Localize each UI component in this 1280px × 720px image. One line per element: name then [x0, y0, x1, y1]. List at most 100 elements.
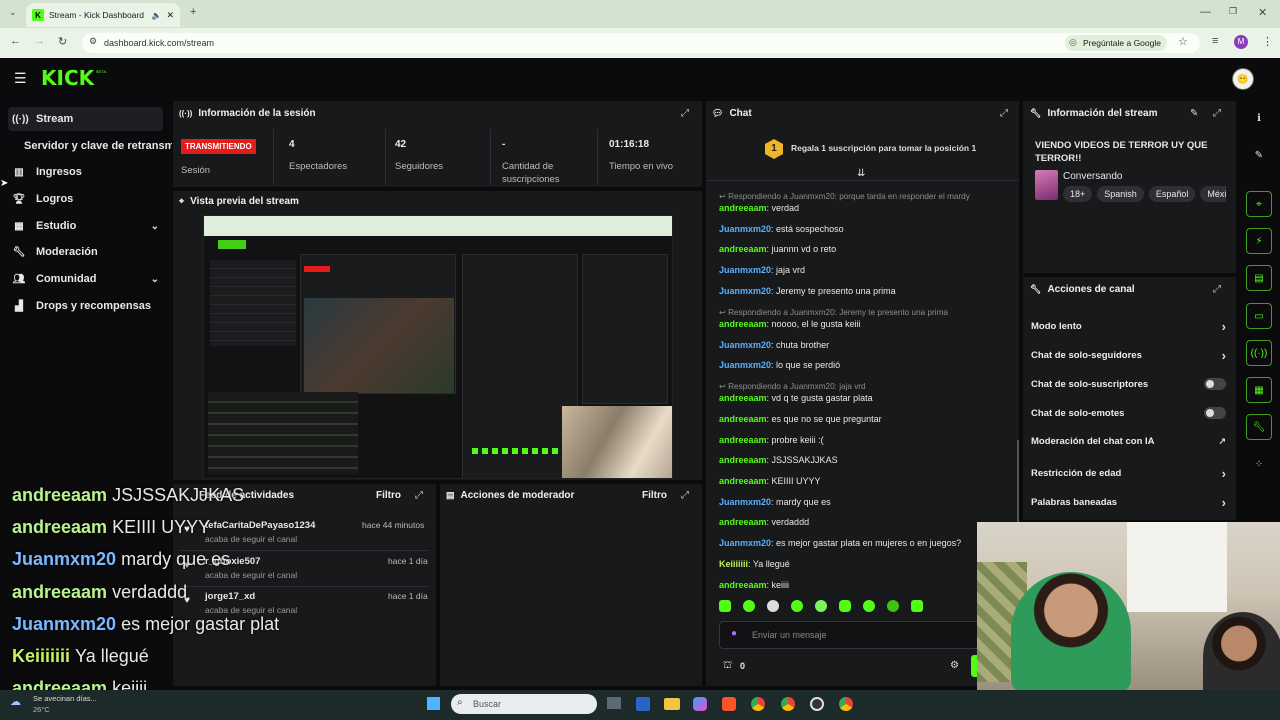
- profile-avatar[interactable]: M: [1234, 35, 1248, 49]
- sidebar-item-drops[interactable]: ▟ Drops y recompensas: [8, 294, 163, 318]
- new-tab-icon[interactable]: +: [190, 6, 196, 18]
- hamburger-menu-icon[interactable]: ☰: [14, 70, 27, 87]
- emote-icon[interactable]: [767, 600, 779, 612]
- expand-icon[interactable]: ⤢: [1000, 108, 1008, 119]
- audio-icon[interactable]: 🔈: [151, 11, 161, 20]
- chat-message[interactable]: andreeaam: keiiii: [719, 580, 789, 590]
- chat-username[interactable]: andreeaam: [719, 476, 767, 486]
- chat-message[interactable]: andreeaam: es que no se que preguntar: [719, 414, 882, 424]
- chat-message[interactable]: andreeaam: verdaddd: [719, 517, 809, 527]
- ask-google-button[interactable]: Pregúntale a Google: [1065, 35, 1167, 51]
- channel-action-row[interactable]: Chat de solo-emotes: [1031, 407, 1226, 419]
- emote-icon[interactable]: [887, 600, 899, 612]
- browser-menu-icon[interactable]: ⋮: [1262, 35, 1273, 48]
- file-explorer-icon[interactable]: [607, 697, 621, 709]
- chat-message[interactable]: Keiiiiiii: Ya llegué: [719, 559, 790, 569]
- chat-username[interactable]: Keiiiiiii: [719, 559, 748, 569]
- sidebar-item-stream[interactable]: ((·)) Stream: [8, 107, 163, 131]
- chat-message[interactable]: Juanmxm20: es mejor gastar plata en muje…: [719, 538, 961, 548]
- filter-button[interactable]: Filtro: [376, 490, 401, 501]
- chat-message[interactable]: andreeaam: KEIIII UYYY: [719, 476, 821, 486]
- expand-icon[interactable]: ⤢: [1213, 108, 1221, 119]
- focus-icon[interactable]: ⌖: [1246, 191, 1272, 217]
- channel-action-row[interactable]: Palabras baneadas ›: [1031, 495, 1226, 510]
- tab-list-icon[interactable]: ⌄: [9, 7, 17, 18]
- lightning-icon[interactable]: ⚡︎: [1246, 228, 1272, 254]
- windows-start-icon[interactable]: [426, 696, 441, 711]
- emote-icon[interactable]: [719, 600, 731, 612]
- tag-chip[interactable]: Spanish: [1097, 186, 1144, 202]
- channel-action-row[interactable]: Chat de solo-seguidores ›: [1031, 348, 1226, 363]
- chat-username[interactable]: andreeaam: [719, 455, 767, 465]
- chat-username[interactable]: andreeaam: [719, 319, 767, 329]
- chat-message[interactable]: andreeaam: vd q te gusta gastar plata: [719, 393, 873, 403]
- chat-message[interactable]: andreeaam: juannn vd o reto: [719, 244, 836, 254]
- expand-icon[interactable]: ⤢: [681, 490, 689, 501]
- tag-chip[interactable]: 18+: [1063, 186, 1093, 202]
- copilot-icon[interactable]: [693, 697, 707, 711]
- chat-message[interactable]: Juanmxm20: Jeremy te presento una prima: [719, 286, 896, 296]
- chrome-profile-icon[interactable]: [781, 697, 795, 711]
- sidebar-item-moderacion[interactable]: 🔧︎ Moderación: [8, 240, 163, 264]
- chat-username[interactable]: andreeaam: [719, 414, 767, 424]
- tab-close-icon[interactable]: ✕: [166, 10, 174, 21]
- folder-icon[interactable]: [664, 698, 680, 710]
- pinned-gift-text[interactable]: Regala 1 suscripción para tomar la posic…: [791, 143, 976, 153]
- back-icon[interactable]: ←: [10, 35, 21, 47]
- expand-icon[interactable]: ⤢: [415, 490, 423, 501]
- chat-settings-icon[interactable]: ⚙: [950, 660, 959, 671]
- tag-chip[interactable]: Méxi: [1200, 186, 1226, 202]
- user-avatar[interactable]: 😶: [1232, 68, 1254, 90]
- window-close-icon[interactable]: ✕: [1258, 6, 1267, 19]
- emote-icon[interactable]: [863, 600, 875, 612]
- chat-username[interactable]: Juanmxm20: [719, 224, 771, 234]
- chat-message[interactable]: Juanmxm20: jaja vrd: [719, 265, 805, 275]
- url-field[interactable]: dashboard.kick.com/stream: [82, 33, 1200, 53]
- kick-logo[interactable]: KICK: [41, 66, 94, 90]
- stream-preview-video[interactable]: [203, 215, 673, 479]
- reload-icon[interactable]: ↻: [58, 35, 67, 48]
- filter-button[interactable]: Filtro: [642, 490, 667, 501]
- emote-icon[interactable]: [839, 600, 851, 612]
- sidebar-item-logros[interactable]: 🏆︎ Logros: [8, 187, 163, 211]
- external-link-icon[interactable]: ↗: [1218, 436, 1226, 447]
- edit-icon[interactable]: ✎: [1246, 142, 1272, 168]
- channel-action-row[interactable]: Restricción de edad ›: [1031, 466, 1226, 481]
- wrench-icon[interactable]: 🔧︎: [1246, 414, 1272, 440]
- chat-username[interactable]: andreeaam: [719, 517, 767, 527]
- chrome-icon[interactable]: [751, 697, 765, 711]
- sidebar-item-estudio[interactable]: ▦ Estudio ⌄: [8, 214, 163, 238]
- sidebar-item-server-key[interactable]: Servidor y clave de retransm: [20, 134, 172, 158]
- chat-message[interactable]: Juanmxm20: lo que se perdió: [719, 360, 840, 370]
- chat-username[interactable]: andreeaam: [719, 435, 767, 445]
- category-name[interactable]: Conversando: [1063, 171, 1122, 182]
- info-icon[interactable]: ℹ: [1246, 105, 1272, 131]
- microphone-icon[interactable]: ●: [731, 628, 737, 639]
- forward-icon[interactable]: →: [34, 35, 45, 47]
- channel-action-row[interactable]: Moderación del chat con IA ↗: [1031, 436, 1226, 447]
- chat-bubble-icon[interactable]: ▭: [1246, 303, 1272, 329]
- chat-message[interactable]: Juanmxm20: mardy que es: [719, 497, 831, 507]
- chat-message[interactable]: andreeaam: JSJSSAKJJKAS: [719, 455, 838, 465]
- more-dots-icon[interactable]: ⁘: [1246, 451, 1272, 477]
- sidebar-item-comunidad[interactable]: 👥︎ Comunidad ⌄: [8, 267, 163, 291]
- expand-icon[interactable]: ⤢: [1213, 284, 1221, 295]
- emote-icon[interactable]: [815, 600, 827, 612]
- chat-username[interactable]: Juanmxm20: [719, 360, 771, 370]
- chat-username[interactable]: Juanmxm20: [719, 538, 771, 548]
- emote-icon[interactable]: [743, 600, 755, 612]
- channel-action-row[interactable]: Modo lento ›: [1031, 319, 1226, 334]
- media-icon[interactable]: ≡: [1212, 35, 1218, 47]
- chat-message[interactable]: andreeaam: noooo, el le gusta keiii: [719, 319, 861, 329]
- chat-username[interactable]: andreeaam: [719, 244, 767, 254]
- channel-action-row[interactable]: Chat de solo-suscriptores: [1031, 378, 1226, 390]
- chat-scroll-icon[interactable]: ⇊: [857, 168, 865, 179]
- chat-username[interactable]: andreeaam: [719, 203, 767, 213]
- weather-text[interactable]: Se avecinan días...: [33, 694, 97, 703]
- chat-message[interactable]: Juanmxm20: chuta brother: [719, 340, 829, 350]
- sidebar-item-ingresos[interactable]: ▥ Ingresos: [8, 160, 163, 184]
- chat-username[interactable]: andreeaam: [719, 393, 767, 403]
- obs-icon[interactable]: [810, 697, 824, 711]
- chat-username[interactable]: Juanmxm20: [719, 286, 771, 296]
- edit-pencil-icon[interactable]: ✎: [1190, 108, 1198, 119]
